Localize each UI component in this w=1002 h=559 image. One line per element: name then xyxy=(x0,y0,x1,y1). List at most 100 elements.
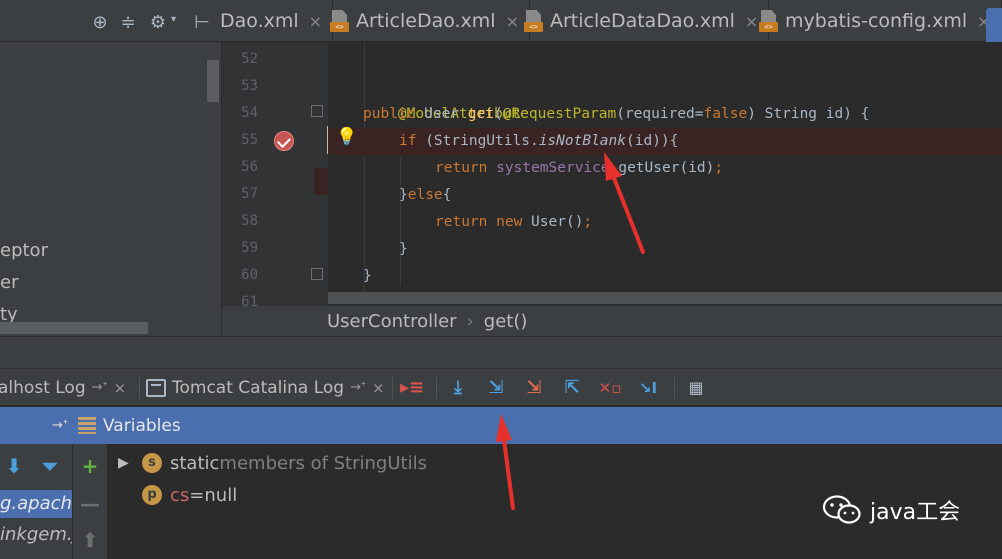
gear-icon[interactable]: ⚙ xyxy=(147,12,169,34)
static-call: isNotBlank xyxy=(538,133,626,149)
punct: ; xyxy=(714,160,724,176)
watermark: java工会 xyxy=(822,494,960,526)
keyword: if xyxy=(399,133,417,149)
code-text: ) String id) { xyxy=(747,106,870,122)
project-panel: · eptor er ty xyxy=(0,42,222,336)
tab-overflow[interactable] xyxy=(986,8,1002,42)
line-number: 53 xyxy=(241,78,258,94)
tab-dao-xml[interactable]: Dao.xml × xyxy=(214,0,334,42)
variable-row[interactable]: p cs = null xyxy=(108,480,237,510)
xml-file-icon: <> xyxy=(524,10,544,32)
frame-down-icon[interactable]: ⬇ xyxy=(2,454,26,478)
xml-file-icon: <> xyxy=(759,10,779,32)
breadcrumb-method[interactable]: get() xyxy=(484,311,528,332)
punct: ( xyxy=(616,106,625,122)
collapse-icon[interactable]: ≑ xyxy=(117,12,139,34)
debug-toolbar: alhost Log →ᐩ × Tomcat Catalina Log →ᐩ ×… xyxy=(0,369,1002,406)
tab-mybatis-config-xml[interactable]: <> mybatis-config.xml × xyxy=(751,0,1002,42)
line-number: 52 xyxy=(241,51,258,67)
static-badge-icon: s xyxy=(142,453,162,473)
code-line-55: if (StringUtils.isNotBlank(id)){ xyxy=(328,128,1002,155)
code-editor[interactable]: @ModelAttribute public User get(@Request… xyxy=(328,42,1002,306)
keyword: new xyxy=(487,214,523,230)
frame-item[interactable]: inkgem.j xyxy=(0,521,72,549)
editor-gutter: 52 53 54 55 56 57 58 59 60 61 xyxy=(222,42,329,310)
step-into-icon[interactable]: ⇲ xyxy=(484,376,508,400)
tab-articledatadao-xml[interactable]: <> ArticleDataDao.xml × xyxy=(516,0,770,42)
show-execution-point-icon[interactable]: ▸≡ xyxy=(400,376,424,400)
lightbulb-icon[interactable]: 💡 xyxy=(336,126,357,148)
line-number: 56 xyxy=(241,159,258,175)
variables-header: →ᐩ Variables xyxy=(0,407,1002,444)
frame-item[interactable]: g.apache xyxy=(0,490,72,518)
frames-list: g.apache inkgem.j xyxy=(0,488,72,559)
code-text: User() xyxy=(522,214,584,230)
divider xyxy=(392,377,393,399)
param: required xyxy=(624,106,695,122)
punct: = xyxy=(694,106,704,122)
code-line-58: return new User(); xyxy=(328,209,1002,236)
line-number: 57 xyxy=(241,186,258,202)
variable-eq: = xyxy=(189,484,205,506)
type: User xyxy=(415,106,468,122)
pin-icon[interactable]: →ᐩ xyxy=(350,380,366,395)
gear-dropdown-icon[interactable]: ▾ xyxy=(171,14,176,25)
move-up-icon[interactable]: ⬆ xyxy=(78,528,102,552)
line-number: 60 xyxy=(241,267,258,283)
target-icon[interactable]: ⊕ xyxy=(89,12,111,34)
line-number: 59 xyxy=(241,240,258,256)
watermark-text: java工会 xyxy=(870,500,961,525)
tree-item[interactable]: eptor xyxy=(0,240,48,261)
tab-label: ArticleDataDao.xml xyxy=(550,10,735,32)
variable-row[interactable]: ▶ s static members of StringUtils xyxy=(108,448,427,478)
tab-label: Dao.xml xyxy=(220,10,299,32)
top-toolbar: ⊕ ≑ ⚙ ▾ ⊢ Dao.xml × <> ArticleDao.xml × … xyxy=(0,0,1002,42)
editor-horizontal-scrollbar[interactable] xyxy=(328,292,1002,304)
keyword: else xyxy=(407,187,443,203)
punct: ; xyxy=(583,214,593,230)
vertical-scrollbar[interactable] xyxy=(207,60,219,102)
tab-tomcat-catalina-log[interactable]: Tomcat Catalina Log →ᐩ × xyxy=(146,369,385,406)
drop-frame-icon[interactable]: ✕▫ xyxy=(598,376,622,400)
remove-watch-icon[interactable]: — xyxy=(78,492,102,516)
pin-icon[interactable]: →ᐩ xyxy=(52,418,68,433)
breadcrumb-separator: › xyxy=(466,310,474,332)
tab-localhost-log[interactable]: alhost Log →ᐩ × xyxy=(0,369,126,406)
variable-name: static xyxy=(170,452,220,474)
wechat-icon xyxy=(822,495,861,524)
keyword: return xyxy=(435,214,488,230)
param-badge-icon: p xyxy=(142,485,162,505)
fold-icon[interactable] xyxy=(311,105,323,117)
close-icon[interactable]: × xyxy=(372,379,385,397)
pin-icon[interactable]: →ᐩ xyxy=(92,380,108,395)
variables-title: Variables xyxy=(103,415,181,436)
run-to-cursor-icon[interactable]: ↘I xyxy=(636,376,660,400)
expand-icon[interactable]: ▶ xyxy=(118,455,132,471)
filter-icon[interactable]: ⏷ xyxy=(38,454,62,478)
tree-item[interactable]: er xyxy=(0,272,18,293)
close-icon[interactable]: × xyxy=(309,12,322,31)
breakpoint-icon[interactable] xyxy=(274,131,294,151)
tab-label: Tomcat Catalina Log xyxy=(172,377,345,398)
method-name: get xyxy=(467,106,494,122)
punct: } xyxy=(399,187,408,203)
code-text: .getUser(id) xyxy=(609,160,715,176)
divider xyxy=(72,444,73,559)
close-icon[interactable]: × xyxy=(114,379,127,397)
force-step-into-icon[interactable]: ⇲ xyxy=(522,376,546,400)
tree-connector: · xyxy=(0,211,2,232)
code-line-56: return systemService.getUser(id); xyxy=(328,155,1002,182)
breadcrumb-class[interactable]: UserController xyxy=(327,311,457,332)
panel-divider[interactable] xyxy=(0,336,1002,369)
step-over-icon[interactable]: ⤓ xyxy=(446,376,470,400)
code-line-53: @ModelAttribute xyxy=(328,74,1002,122)
evaluate-expression-icon[interactable]: ▦ xyxy=(684,376,708,400)
add-watch-icon[interactable]: + xyxy=(78,454,102,478)
fold-icon[interactable] xyxy=(311,268,323,280)
hide-icon[interactable]: ⊢ xyxy=(191,12,213,34)
tab-articledao-xml[interactable]: <> ArticleDao.xml × xyxy=(322,0,530,42)
punct: { xyxy=(442,187,452,203)
horizontal-scrollbar[interactable] xyxy=(0,322,148,334)
step-out-icon[interactable]: ⇱ xyxy=(560,376,584,400)
breadcrumb: UserController › get() xyxy=(222,306,1002,336)
